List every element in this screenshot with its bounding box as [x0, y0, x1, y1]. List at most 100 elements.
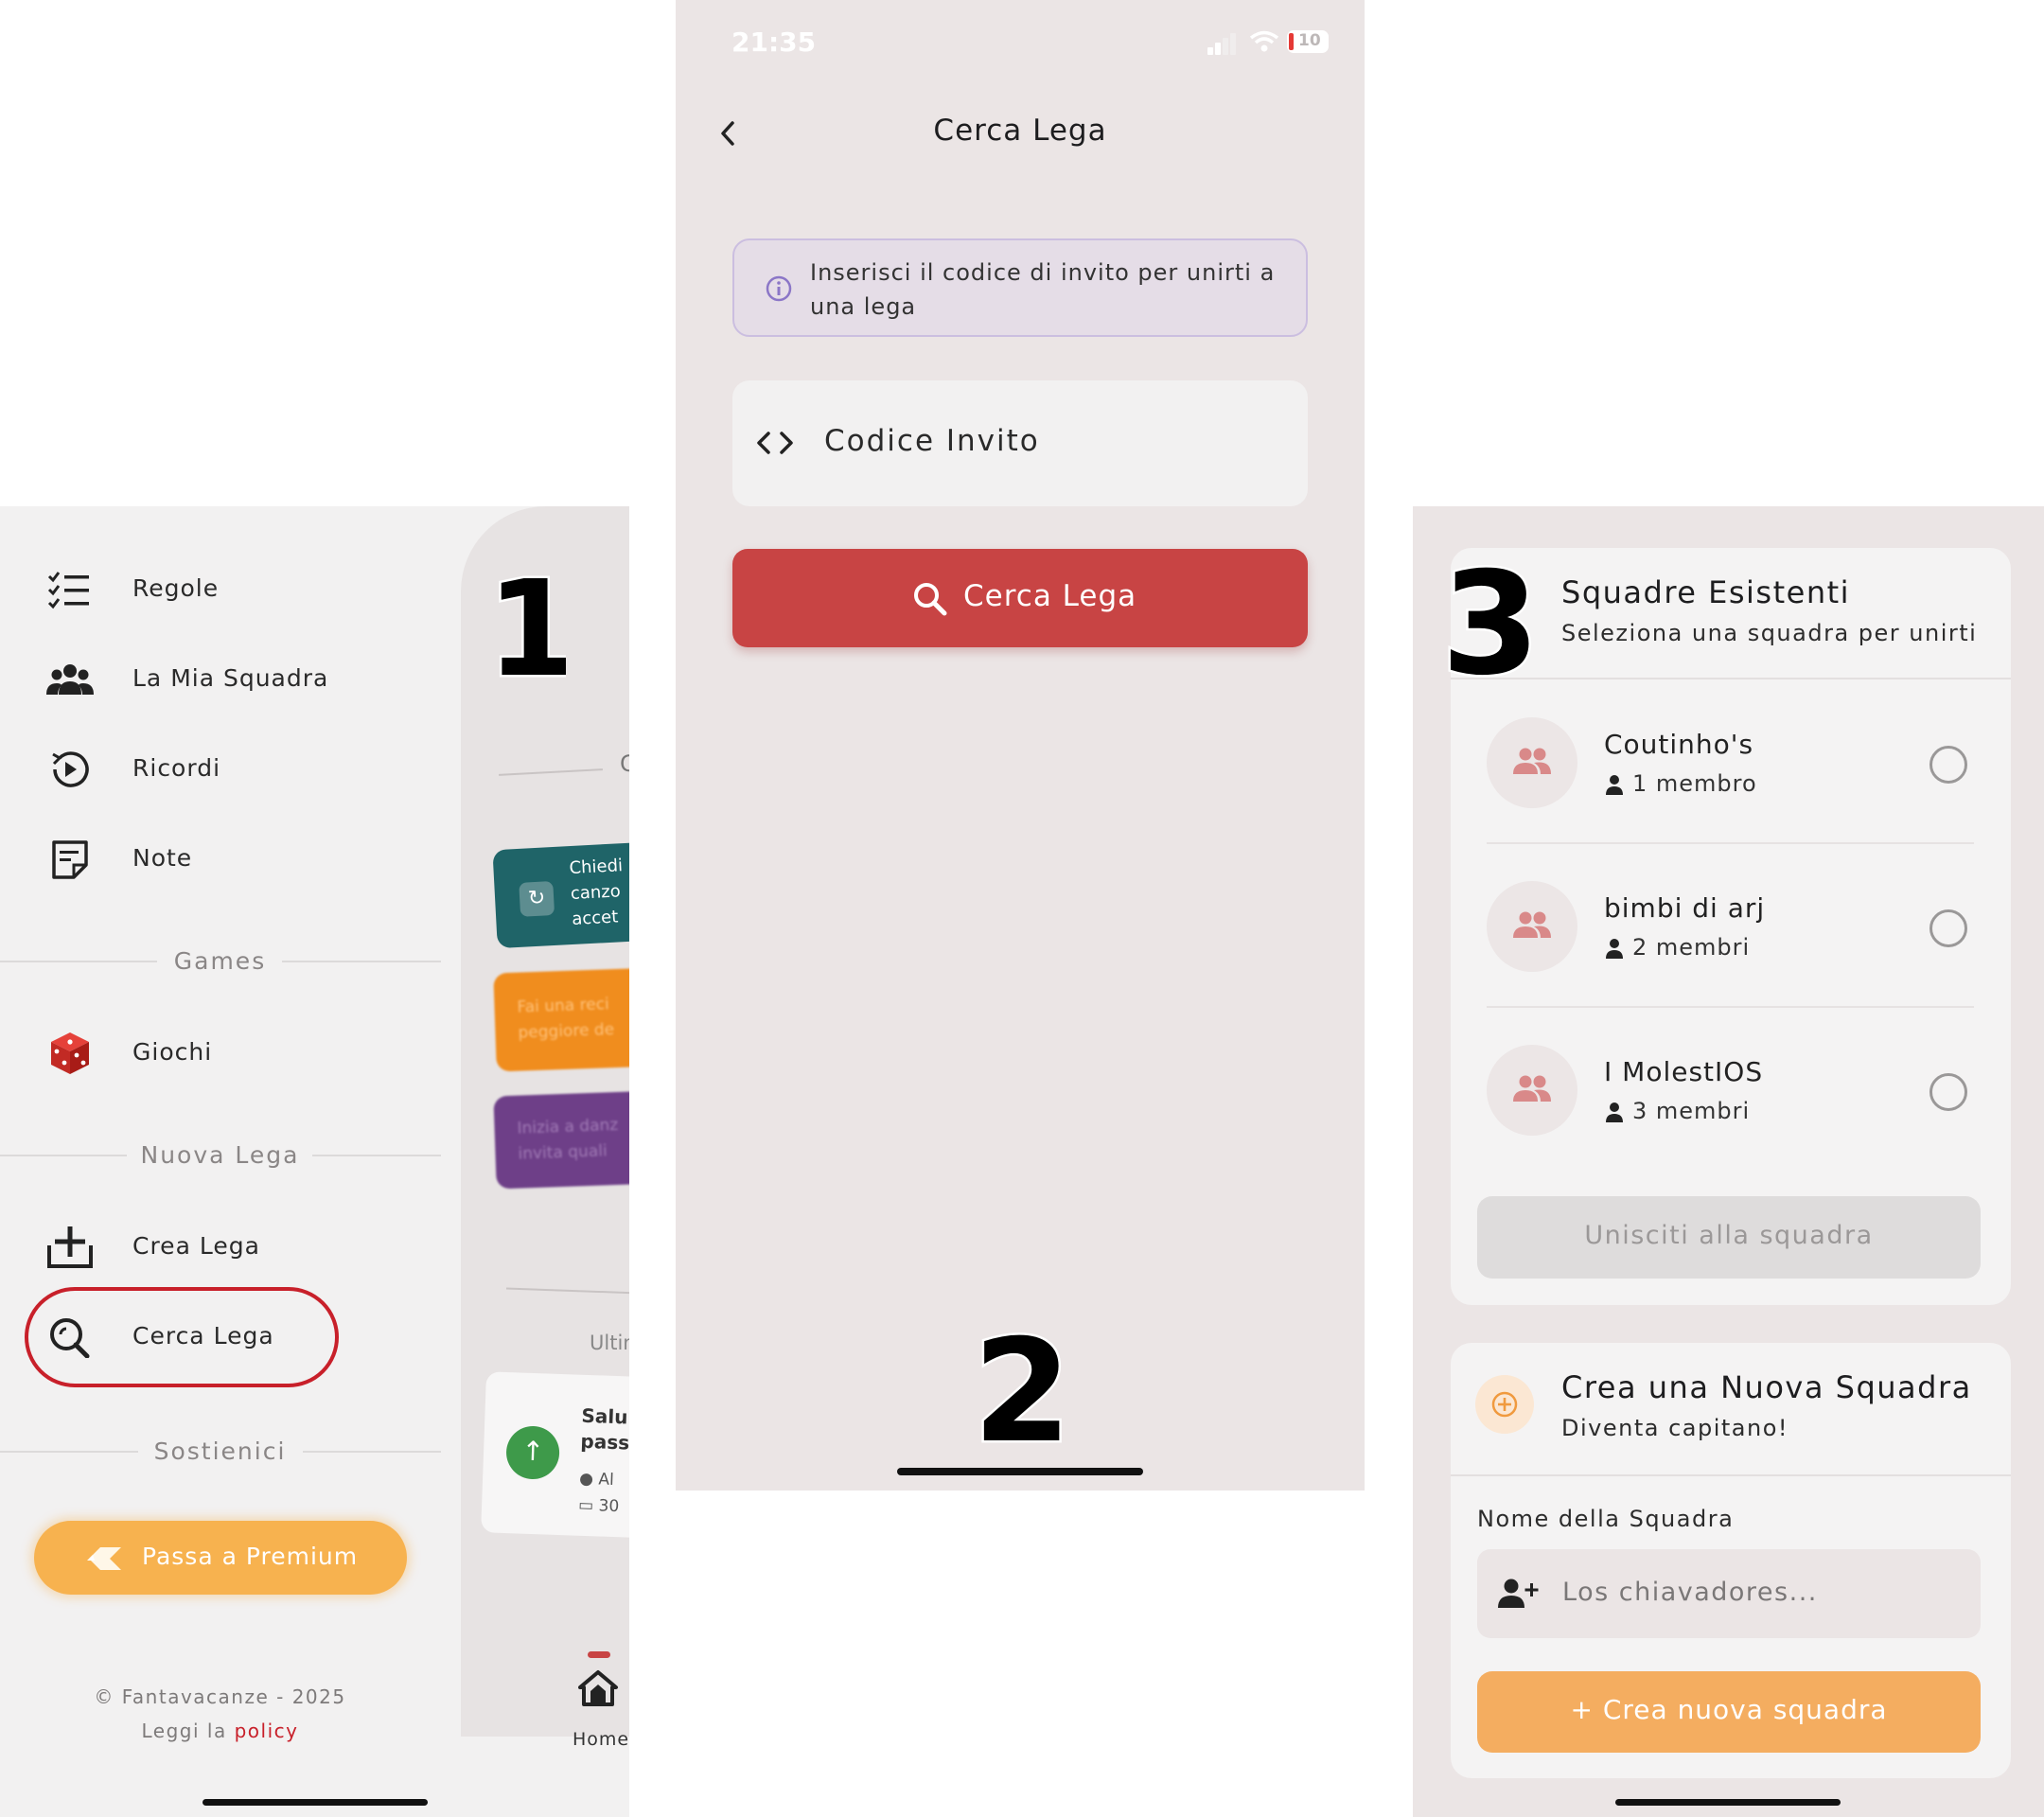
arrow-up-icon: ↑ — [505, 1425, 561, 1480]
event-card[interactable]: ↑ Salu pass ● Al ▭ 30 — [481, 1371, 629, 1540]
event-date: ▭ 30 — [577, 1495, 620, 1517]
team-row[interactable]: I MolestIOS 3 membri — [1451, 1007, 2011, 1170]
challenge-card-purple[interactable]: Inizia a danz invita quali — [493, 1089, 629, 1190]
search-league-screen: 21:35 10 Cerca Lega Inserisci il codice … — [676, 0, 1365, 1491]
menu-item-ricordi[interactable]: Ricordi — [0, 732, 445, 807]
page-title: Cerca Lega — [933, 114, 1107, 148]
menu-label: Crea Lega — [132, 1232, 260, 1260]
status-time: 21:35 — [731, 26, 817, 58]
team-row[interactable]: bimbi di arj 2 membri — [1451, 843, 2011, 1006]
home-icon[interactable] — [576, 1667, 620, 1710]
add-person-icon — [1498, 1579, 1539, 1608]
team-name-input[interactable]: Los chiavadores... — [1477, 1549, 1981, 1638]
battery-icon: 10 — [1287, 30, 1329, 53]
note-icon — [52, 840, 88, 879]
menu-label: Giochi — [132, 1038, 213, 1066]
header-divider — [1451, 1474, 2011, 1476]
svg-text:3: 3 — [1441, 552, 1540, 684]
invite-code-input[interactable]: Codice Invito — [732, 380, 1308, 506]
team-name: I MolestIOS — [1604, 1056, 1764, 1087]
team-members: 2 membri — [1632, 934, 1751, 961]
code-icon — [757, 432, 793, 454]
person-icon — [1606, 775, 1623, 795]
team-avatar — [1487, 717, 1577, 808]
team-radio[interactable] — [1929, 1073, 1967, 1111]
menu-item-giochi[interactable]: Giochi — [0, 1015, 445, 1091]
checklist-icon — [47, 572, 89, 609]
team-name-label: Nome della Squadra — [1477, 1506, 1735, 1532]
join-team-button[interactable]: Unisciti alla squadra — [1477, 1196, 1981, 1279]
footer-read-text: Leggi la — [141, 1720, 235, 1742]
menu-label: La Mia Squadra — [132, 664, 329, 692]
history-play-icon — [52, 751, 89, 787]
section-title: Nuova Lega — [140, 1141, 300, 1169]
info-icon — [766, 275, 792, 302]
menu-item-regole[interactable]: Regole — [0, 552, 445, 627]
refresh-icon: ↻ — [519, 881, 555, 917]
person-icon: ● — [578, 1469, 594, 1490]
team-icon — [46, 664, 94, 695]
person-icon — [1606, 1103, 1623, 1122]
create-title: Crea una Nuova Squadra — [1561, 1369, 1972, 1405]
existing-subtitle: Seleziona una squadra per unirti — [1561, 620, 1978, 646]
drawer-menu-screen: C ↻ Chiedi canzo accet Fai una reci pegg… — [0, 506, 629, 1817]
add-circle-icon — [1491, 1391, 1518, 1418]
challenge-card-orange[interactable]: Fai una reci peggiore de — [493, 966, 629, 1072]
menu-item-crea-lega[interactable]: Crea Lega — [0, 1209, 445, 1285]
team-row[interactable]: Coutinho's 1 membro — [1451, 679, 2011, 842]
team-members: 3 membri — [1632, 1098, 1751, 1124]
footer-copyright: © Fantavacanze - 2025 — [94, 1685, 346, 1708]
team-radio[interactable] — [1929, 909, 1967, 947]
svg-text:1: 1 — [486, 563, 566, 686]
home-indicator — [897, 1468, 1143, 1475]
highlight-circle — [25, 1287, 339, 1387]
premium-button-label: Passa a Premium — [142, 1543, 359, 1570]
group-icon — [1513, 748, 1551, 774]
create-team-button[interactable]: + Crea nuova squadra — [1477, 1671, 1981, 1753]
orange-card-text: Fai una reci peggiore de — [517, 995, 615, 1043]
team-radio[interactable] — [1929, 746, 1967, 784]
existing-title: Squadre Esistenti — [1561, 574, 1851, 610]
create-team-card: Crea una Nuova Squadra Diventa capitano!… — [1451, 1343, 2011, 1778]
teal-card-text: Chiedi canzo accet — [568, 856, 624, 929]
event-title: Salu pass — [580, 1403, 629, 1455]
search-button-label: Cerca Lega — [963, 579, 1137, 613]
purple-card-text: Inizia a danz invita quali — [517, 1115, 619, 1164]
section-games: Games — [0, 942, 441, 979]
team-name: bimbi di arj — [1604, 892, 1766, 924]
dice-icon — [51, 1032, 89, 1074]
divider — [499, 768, 603, 776]
team-name: Coutinho's — [1604, 729, 1754, 760]
challenge-card-teal[interactable]: ↻ Chiedi canzo accet — [492, 839, 629, 949]
menu-label: Ricordi — [132, 754, 221, 782]
group-icon — [1513, 911, 1551, 938]
add-box-icon — [47, 1226, 93, 1268]
menu-label: Note — [132, 844, 193, 872]
footer-policy-line: Leggi la policy — [0, 1720, 440, 1742]
step-number-2: 2 — [971, 1315, 1074, 1448]
menu-item-la-mia-squadra[interactable]: La Mia Squadra — [0, 642, 445, 717]
create-subtitle: Diventa capitano! — [1561, 1415, 1789, 1441]
section-title: Games — [173, 947, 267, 975]
event-user: ● Al — [578, 1469, 615, 1490]
team-members: 1 membro — [1632, 770, 1757, 797]
search-league-button[interactable]: Cerca Lega — [732, 549, 1308, 647]
step-number-3: 3 — [1439, 552, 1542, 684]
menu-item-note[interactable]: Note — [0, 821, 445, 897]
rocket-icon — [87, 1547, 121, 1570]
invite-code-placeholder: Codice Invito — [824, 424, 1040, 458]
create-button-label: + Crea nuova squadra — [1570, 1694, 1888, 1725]
step-number-1: 1 — [485, 563, 567, 686]
last-label: Ultim — [590, 1332, 629, 1354]
partial-header: C — [620, 750, 629, 777]
premium-button[interactable]: Passa a Premium — [34, 1521, 407, 1595]
svg-text:2: 2 — [973, 1315, 1071, 1448]
home-screen-behind: C ↻ Chiedi canzo accet Fai una reci pegg… — [461, 506, 629, 1750]
active-tab-indicator — [588, 1651, 610, 1658]
policy-link[interactable]: policy — [235, 1720, 299, 1742]
menu-label: Regole — [132, 574, 220, 602]
team-selection-screen: Squadre Esistenti Seleziona una squadra … — [1413, 506, 2044, 1817]
section-title: Sostienici — [153, 1438, 287, 1465]
group-icon — [1513, 1075, 1551, 1102]
section-sostienici: Sostienici — [0, 1432, 441, 1470]
